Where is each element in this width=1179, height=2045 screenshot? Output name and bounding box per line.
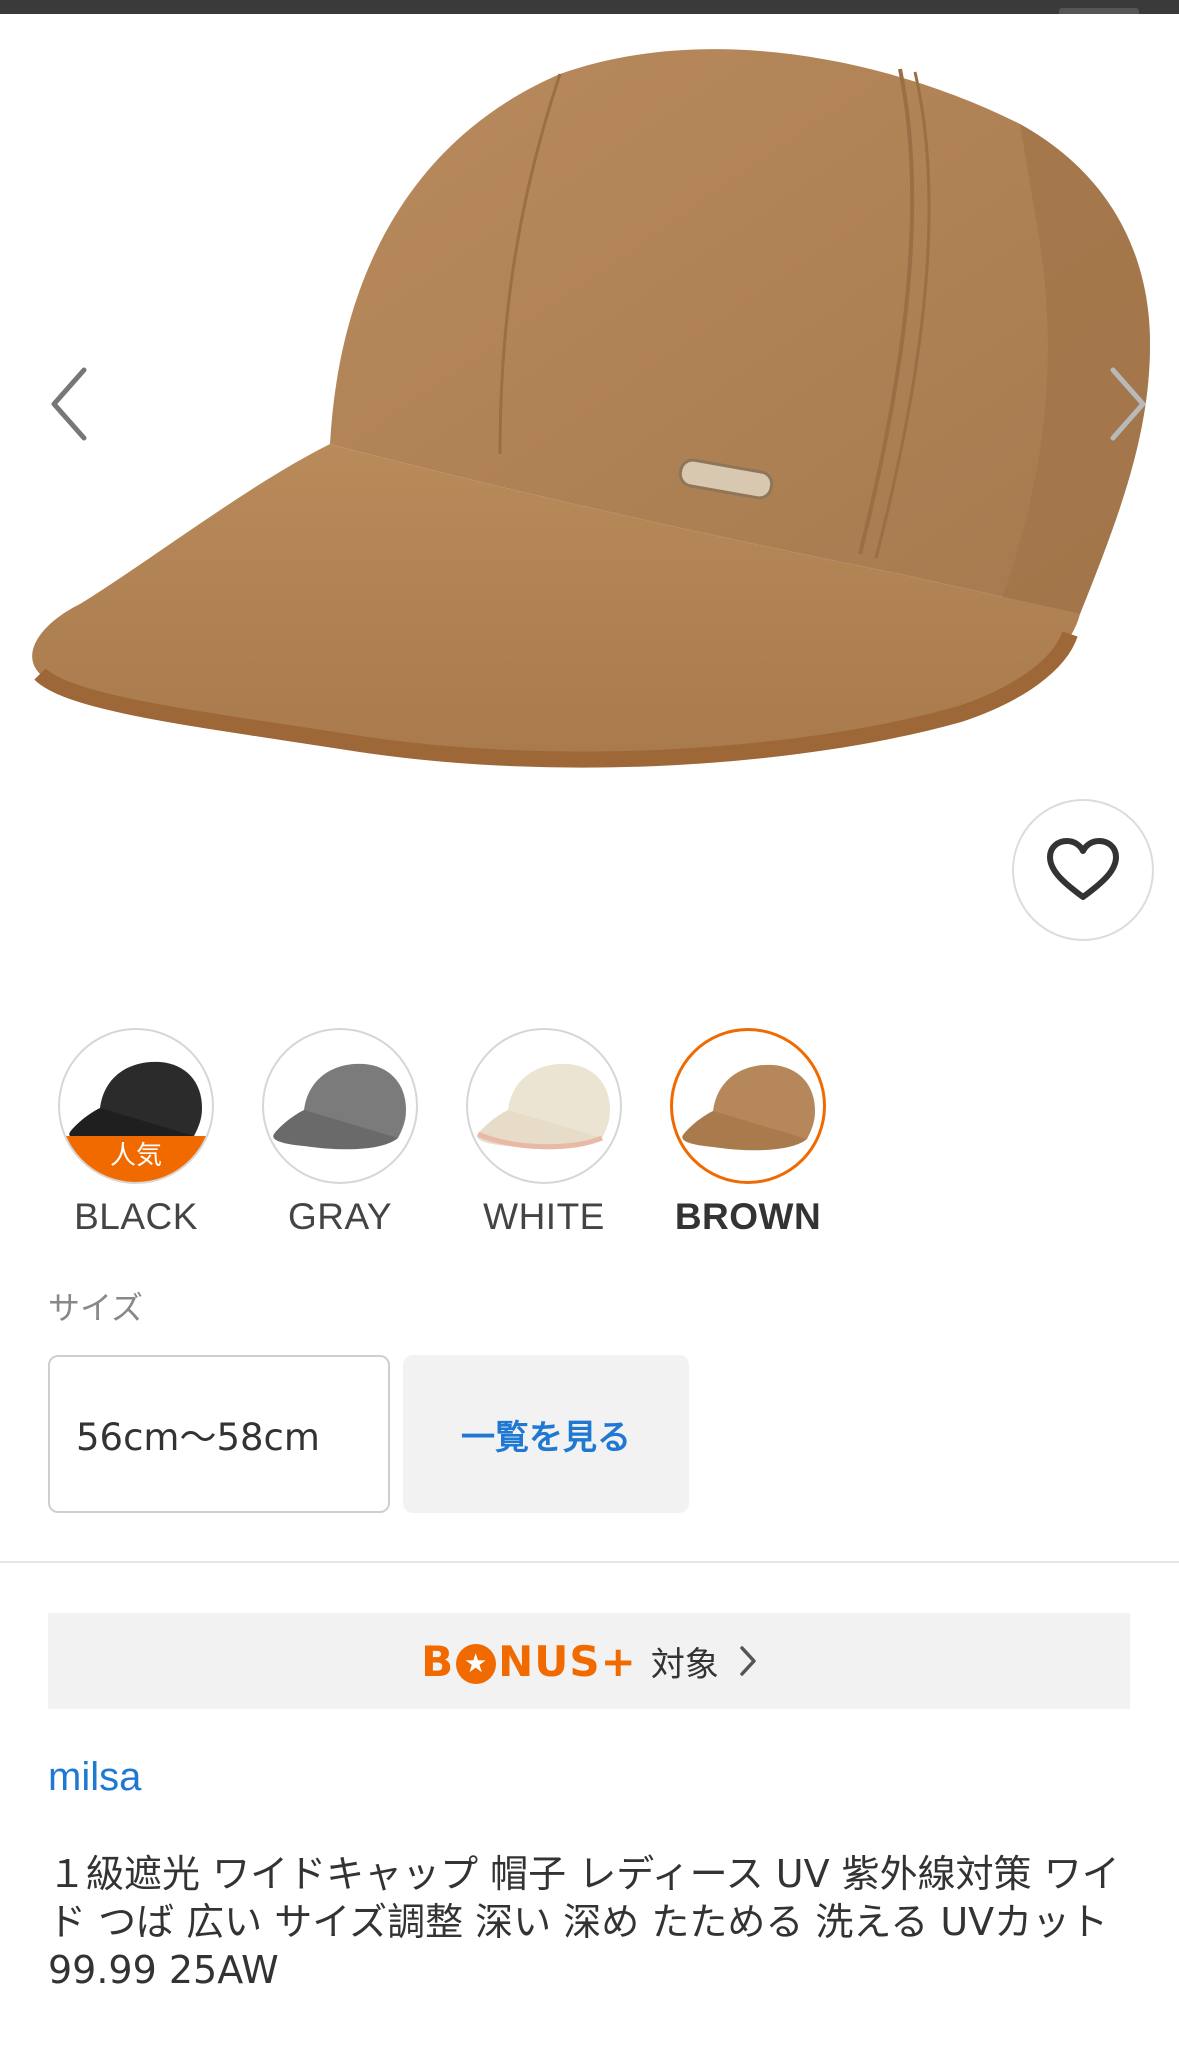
color-swatch-list: 人気 BLACK GRAY WHITE BROWN bbox=[40, 1028, 1140, 1248]
size-option[interactable]: 56cm〜58cm bbox=[48, 1355, 390, 1513]
product-title: １級遮光 ワイドキャップ 帽子 レディース UV 紫外線対策 ワイド つば 広い… bbox=[48, 1852, 1120, 1992]
bonus-logo-b: B bbox=[421, 1636, 455, 1686]
product-image bbox=[32, 49, 1150, 768]
favorite-button[interactable] bbox=[1012, 799, 1154, 941]
color-swatch-brown[interactable]: BROWN bbox=[668, 1028, 828, 1238]
status-bar bbox=[0, 0, 1179, 14]
bonus-plus-banner[interactable]: B ★ NUS+ 対象 bbox=[48, 1613, 1130, 1709]
color-swatch-white[interactable]: WHITE bbox=[464, 1028, 624, 1238]
heart-icon bbox=[1047, 838, 1119, 900]
swatch-label: GRAY bbox=[287, 1196, 393, 1237]
bonus-logo-rest: NUS+ bbox=[498, 1636, 637, 1686]
swatch-label: WHITE bbox=[483, 1196, 605, 1237]
color-swatch-gray[interactable]: GRAY bbox=[260, 1028, 420, 1238]
size-list-button[interactable]: 一覧を見る bbox=[403, 1355, 689, 1513]
gallery-prev-button[interactable] bbox=[38, 354, 98, 454]
size-heading: サイズ bbox=[48, 1289, 144, 1327]
swatch-thumbnail bbox=[262, 1028, 418, 1184]
swatch-label: BLACK bbox=[74, 1196, 198, 1237]
bonus-plus-logo: B ★ NUS+ bbox=[421, 1637, 637, 1686]
chevron-left-icon bbox=[51, 367, 87, 441]
swatch-label: BROWN bbox=[674, 1196, 822, 1237]
chevron-right-icon bbox=[739, 1645, 757, 1677]
chevron-right-icon bbox=[1110, 367, 1146, 441]
product-image-gallery[interactable] bbox=[0, 14, 1179, 964]
gallery-next-button[interactable] bbox=[1099, 354, 1159, 454]
bonus-target-label: 対象 bbox=[650, 1644, 719, 1685]
section-divider bbox=[0, 1561, 1179, 1563]
swatch-thumbnail bbox=[466, 1028, 622, 1184]
swatch-thumbnail: 人気 bbox=[58, 1028, 214, 1184]
popular-badge: 人気 bbox=[60, 1136, 212, 1182]
brand-link[interactable]: milsa bbox=[48, 1755, 141, 1800]
color-swatch-black[interactable]: 人気 BLACK bbox=[56, 1028, 216, 1238]
swatch-thumbnail bbox=[670, 1028, 826, 1184]
star-icon: ★ bbox=[456, 1644, 497, 1684]
